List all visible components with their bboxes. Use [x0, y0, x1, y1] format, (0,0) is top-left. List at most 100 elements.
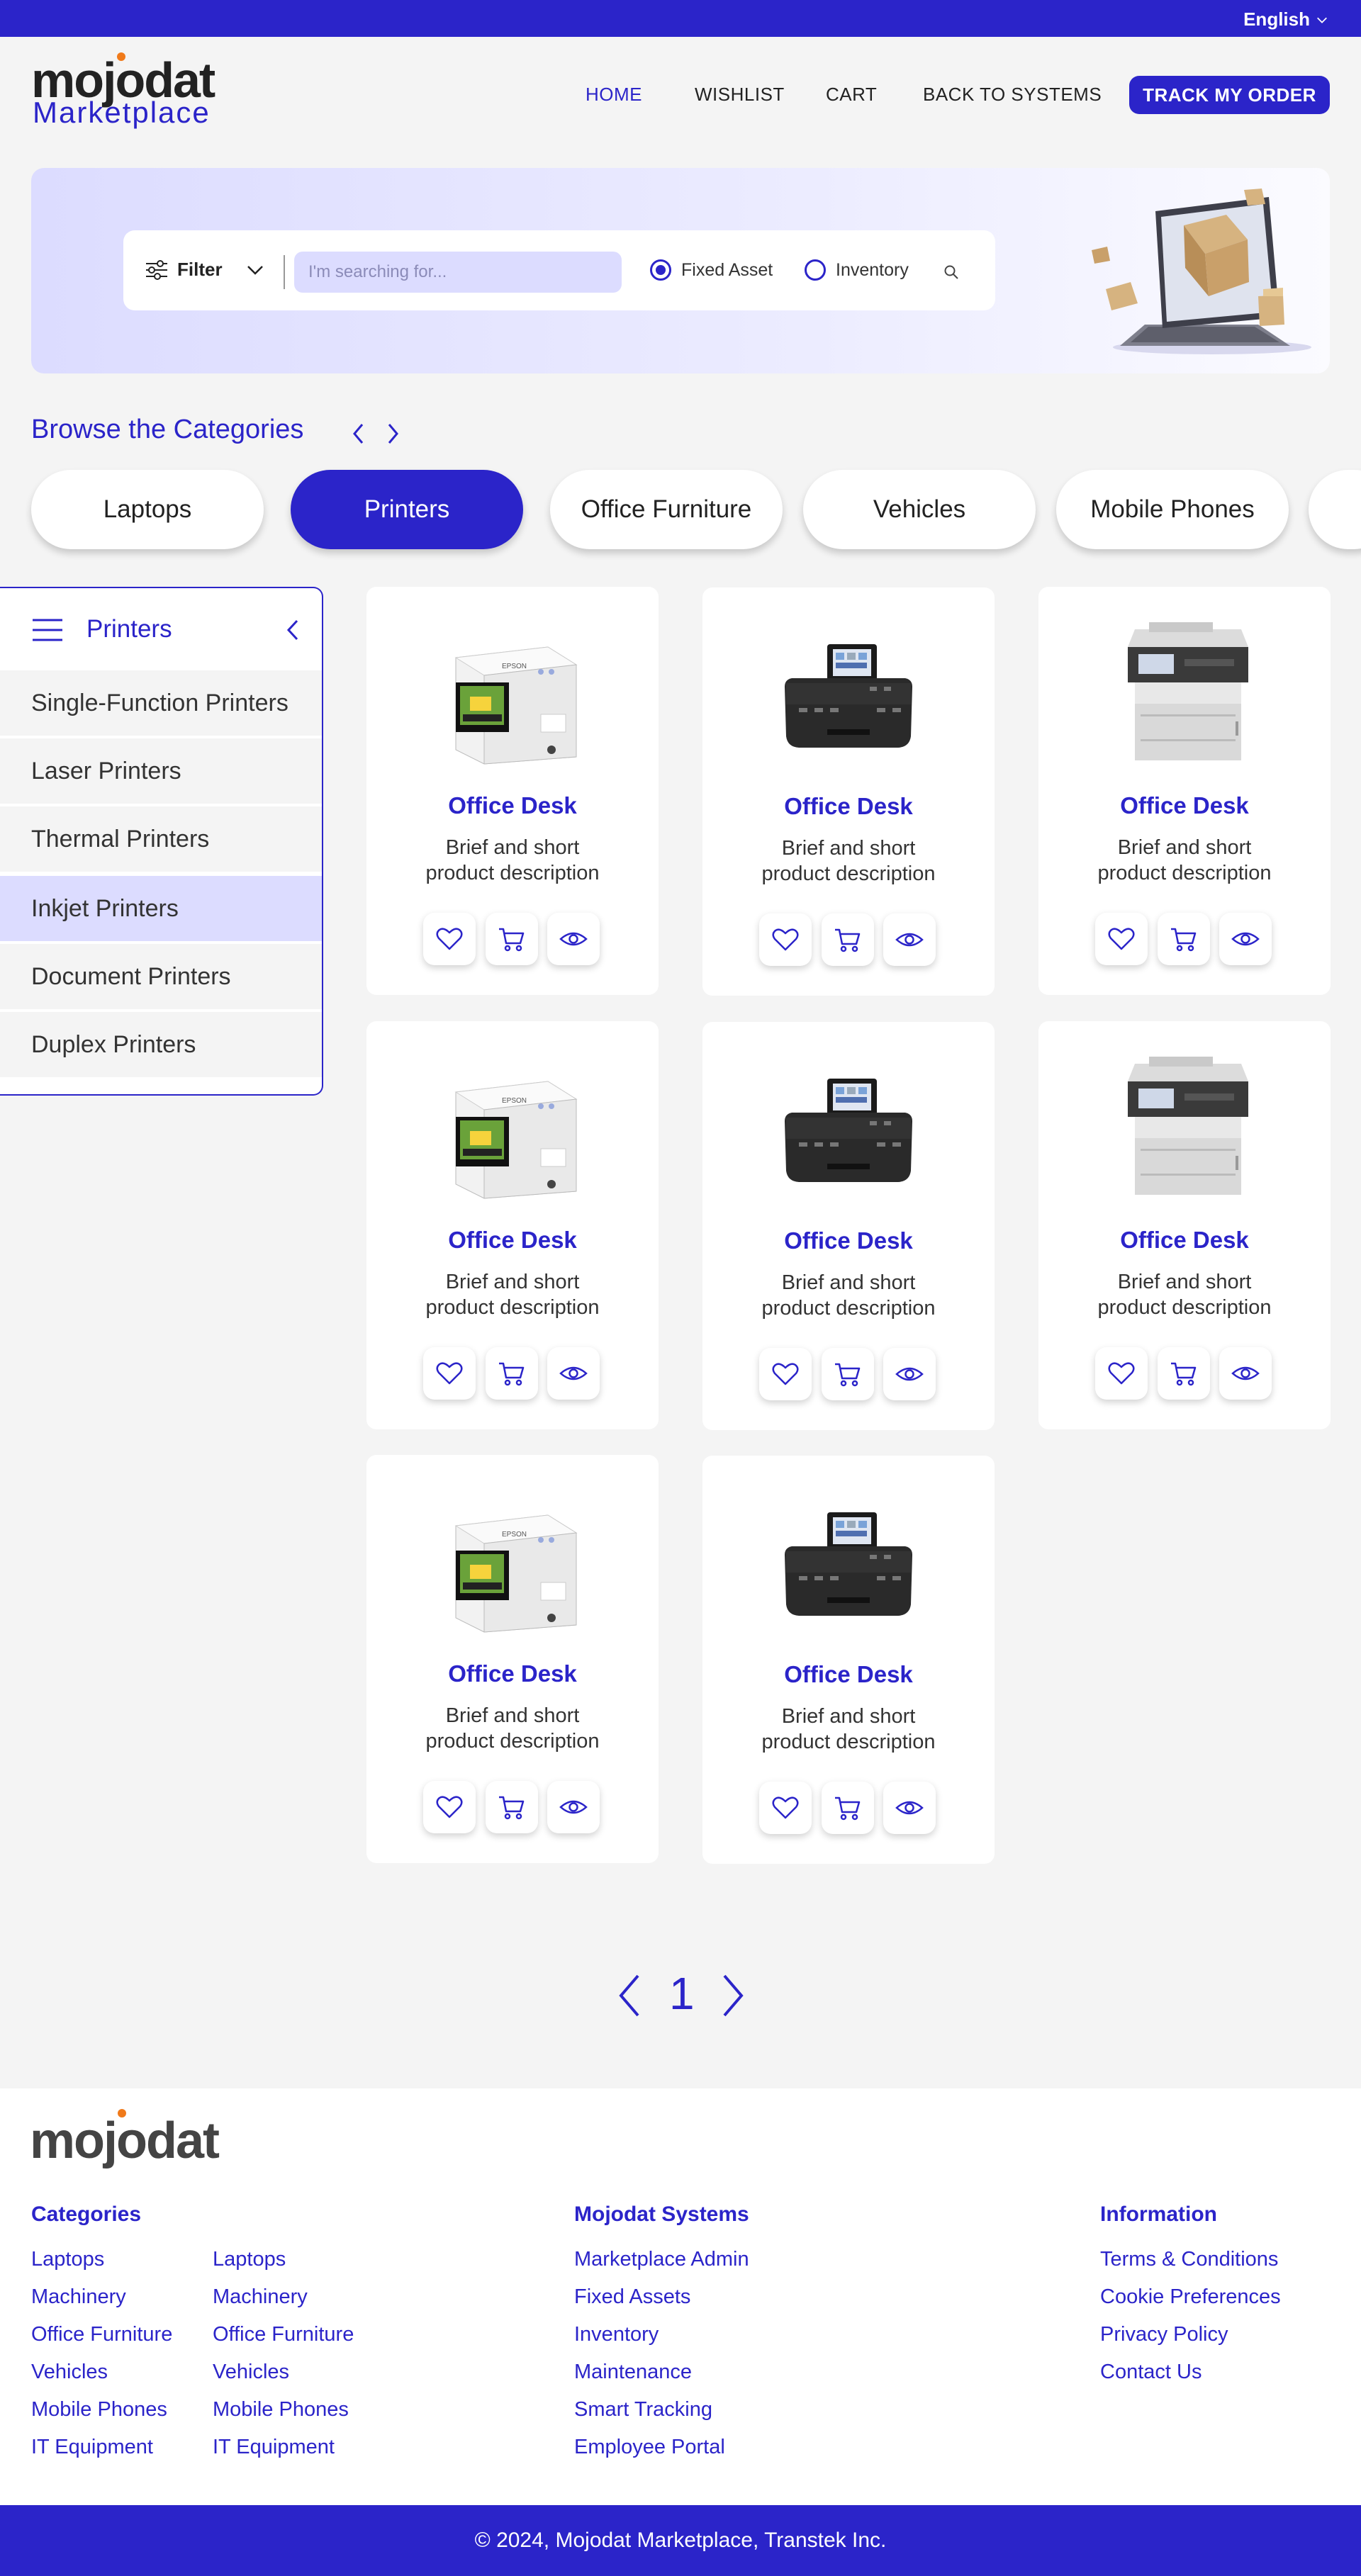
sidebar-item-document[interactable]: Document Printers [0, 944, 322, 1009]
product-card[interactable]: Office Desk Brief and short product descr… [702, 587, 995, 996]
categories-next-button[interactable] [383, 420, 404, 448]
wishlist-button[interactable] [759, 1782, 812, 1834]
footer-info-link[interactable]: Terms & Conditions [1100, 2248, 1278, 2271]
wishlist-button[interactable] [1095, 913, 1148, 965]
product-name[interactable]: Office Desk [366, 1660, 659, 1687]
quick-view-button[interactable] [883, 1782, 936, 1834]
radio-fixed-asset[interactable]: Fixed Asset [650, 259, 773, 281]
product-card[interactable]: Office Desk Brief and short product descr… [702, 1022, 995, 1430]
product-name[interactable]: Office Desk [1038, 1227, 1331, 1254]
nav-wishlist[interactable]: WISHLIST [695, 84, 785, 106]
wishlist-button[interactable] [423, 913, 476, 965]
product-image[interactable] [1107, 1050, 1262, 1205]
quick-view-button[interactable] [547, 1781, 600, 1833]
product-image[interactable] [771, 1484, 926, 1640]
product-name[interactable]: Office Desk [1038, 792, 1331, 819]
footer-info-link[interactable]: Cookie Preferences [1100, 2285, 1281, 2309]
quick-view-button[interactable] [547, 913, 600, 965]
add-to-cart-button[interactable] [486, 1347, 538, 1400]
product-card[interactable]: Office Desk Brief and short product descr… [1038, 587, 1331, 995]
footer-info-link[interactable]: Contact Us [1100, 2361, 1202, 2384]
nav-cart[interactable]: CART [826, 84, 877, 106]
wishlist-button[interactable] [759, 1348, 812, 1400]
footer-category-link[interactable]: IT Equipment [31, 2436, 153, 2459]
quick-view-button[interactable] [883, 913, 936, 966]
product-card[interactable]: EPSON Office Desk Brief and short product … [366, 1021, 659, 1429]
sidebar-item-single-function[interactable]: Single-Function Printers [0, 670, 322, 736]
product-card[interactable]: Office Desk Brief and short product descr… [1038, 1021, 1331, 1429]
product-image[interactable] [771, 616, 926, 772]
search-icon[interactable] [943, 264, 960, 281]
footer-info-link[interactable]: Privacy Policy [1100, 2323, 1228, 2346]
menu-icon[interactable] [31, 618, 64, 642]
product-image[interactable]: EPSON [435, 615, 590, 771]
wishlist-button[interactable] [759, 913, 812, 966]
product-image[interactable]: EPSON [435, 1483, 590, 1639]
quick-view-button[interactable] [883, 1348, 936, 1400]
wishlist-button[interactable] [423, 1347, 476, 1400]
sidebar-item-thermal[interactable]: Thermal Printers [0, 806, 322, 872]
chevron-left-icon[interactable] [284, 618, 301, 642]
footer-system-link[interactable]: Maintenance [574, 2361, 692, 2384]
wishlist-button[interactable] [423, 1781, 476, 1833]
footer-category-link[interactable]: IT Equipment [213, 2436, 335, 2459]
search-input[interactable] [294, 252, 622, 293]
sidebar-item-duplex[interactable]: Duplex Printers [0, 1012, 322, 1077]
sidebar-item-laser[interactable]: Laser Printers [0, 738, 322, 804]
nav-back-to-systems[interactable]: BACK TO SYSTEMS [923, 84, 1102, 106]
product-image[interactable] [1107, 615, 1262, 771]
quick-view-button[interactable] [1219, 1347, 1272, 1400]
quick-view-button[interactable] [1219, 913, 1272, 965]
category-partial[interactable] [1309, 470, 1361, 549]
filter-button[interactable]: Filter [145, 259, 265, 281]
product-card[interactable]: Office Desk Brief and short product descr… [702, 1456, 995, 1864]
add-to-cart-button[interactable] [822, 1782, 874, 1834]
product-card[interactable]: EPSON Office Desk Brief and short product … [366, 1455, 659, 1863]
footer-logo[interactable]: mojodat [30, 2109, 220, 2170]
category-printers[interactable]: Printers [291, 470, 523, 549]
footer-category-link[interactable]: Office Furniture [31, 2323, 172, 2346]
category-office-furniture[interactable]: Office Furniture [550, 470, 783, 549]
add-to-cart-button[interactable] [486, 913, 538, 965]
footer-category-link[interactable]: Mobile Phones [31, 2398, 167, 2422]
add-to-cart-button[interactable] [486, 1781, 538, 1833]
product-image[interactable]: EPSON [435, 1050, 590, 1205]
footer-system-link[interactable]: Inventory [574, 2323, 659, 2346]
footer-category-link[interactable]: Machinery [213, 2285, 308, 2309]
wishlist-button[interactable] [1095, 1347, 1148, 1400]
add-to-cart-button[interactable] [1158, 1347, 1210, 1400]
quick-view-button[interactable] [547, 1347, 600, 1400]
radio-inventory[interactable]: Inventory [805, 259, 909, 281]
category-vehicles[interactable]: Vehicles [803, 470, 1036, 549]
category-laptops[interactable]: Laptops [31, 470, 264, 549]
track-order-button[interactable]: TRACK MY ORDER [1129, 76, 1330, 114]
chevron-right-icon[interactable] [719, 1972, 747, 2019]
add-to-cart-button[interactable] [822, 1348, 874, 1400]
footer-category-link[interactable]: Machinery [31, 2285, 126, 2309]
language-selector[interactable]: English [1243, 9, 1328, 30]
product-card[interactable]: EPSON Office Desk Brief and short product … [366, 587, 659, 995]
footer-category-link[interactable]: Laptops [213, 2248, 286, 2271]
nav-home[interactable]: HOME [586, 84, 642, 106]
sidebar-item-inkjet[interactable]: Inkjet Printers [0, 876, 322, 941]
chevron-left-icon[interactable] [615, 1972, 644, 2019]
page-number[interactable]: 1 [669, 1967, 695, 2020]
footer-category-link[interactable]: Mobile Phones [213, 2398, 349, 2422]
product-name[interactable]: Office Desk [702, 793, 995, 820]
footer-category-link[interactable]: Vehicles [213, 2361, 289, 2384]
footer-system-link[interactable]: Marketplace Admin [574, 2248, 749, 2271]
product-image[interactable] [771, 1050, 926, 1206]
categories-prev-button[interactable] [347, 420, 369, 448]
footer-category-link[interactable]: Vehicles [31, 2361, 108, 2384]
footer-system-link[interactable]: Smart Tracking [574, 2398, 712, 2422]
add-to-cart-button[interactable] [822, 913, 874, 966]
product-name[interactable]: Office Desk [366, 792, 659, 819]
product-name[interactable]: Office Desk [366, 1227, 659, 1254]
footer-category-link[interactable]: Office Furniture [213, 2323, 354, 2346]
category-mobile-phones[interactable]: Mobile Phones [1056, 470, 1289, 549]
footer-system-link[interactable]: Employee Portal [574, 2436, 725, 2459]
footer-system-link[interactable]: Fixed Assets [574, 2285, 690, 2309]
footer-category-link[interactable]: Laptops [31, 2248, 104, 2271]
product-name[interactable]: Office Desk [702, 1227, 995, 1254]
add-to-cart-button[interactable] [1158, 913, 1210, 965]
